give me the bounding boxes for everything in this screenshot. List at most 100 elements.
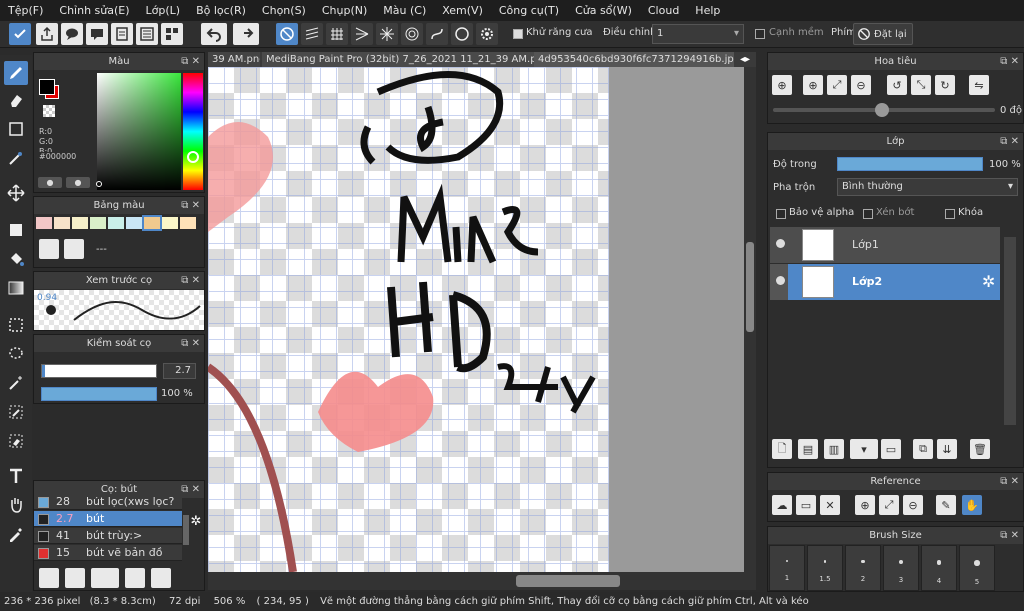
trash-icon[interactable] [64, 239, 84, 259]
gear-icon[interactable] [476, 23, 498, 45]
menu-color[interactable]: Màu (C) [375, 4, 434, 17]
layer-scrollbar[interactable] [1004, 237, 1016, 425]
fill-rect-icon[interactable] [4, 218, 28, 242]
zoom-in-icon[interactable]: ⊕ [772, 75, 792, 95]
grid-layout-icon[interactable] [161, 23, 183, 45]
list-icon[interactable] [136, 23, 158, 45]
layer-row-selected[interactable]: Lớp2 ✲ [770, 264, 1000, 300]
menu-file[interactable]: Tệp(F) [0, 4, 51, 17]
eraser-tool-icon[interactable] [4, 88, 28, 112]
panel-close-icon[interactable]: ⧉ ✕ [1000, 527, 1019, 544]
open-icon[interactable]: ▭ [796, 495, 816, 515]
curve-snap-icon[interactable] [426, 23, 448, 45]
panel-close-icon[interactable]: ⧉ ✕ [181, 53, 200, 70]
panel-close-icon[interactable]: ⧉ ✕ [181, 197, 200, 214]
eye-icon[interactable] [776, 239, 785, 248]
brush-list-item[interactable]: 28 bút lọc(xws lọc? [34, 497, 182, 510]
redo-icon[interactable] [233, 23, 259, 45]
menu-tools[interactable]: Công cụ(T) [491, 4, 567, 17]
brush-size-value[interactable]: 2.7 [163, 363, 196, 379]
panel-close-icon[interactable]: ⧉ ✕ [1000, 133, 1019, 150]
brush-size-preset[interactable]: 2 [845, 545, 881, 591]
fit-icon[interactable]: ⤢ [827, 75, 847, 95]
rotate-right-icon[interactable]: ↻ [935, 75, 955, 95]
palette-swatch[interactable] [108, 217, 124, 229]
palette-swatch[interactable] [90, 217, 106, 229]
folder-icon[interactable] [151, 568, 171, 588]
palette-swatch[interactable] [54, 217, 70, 229]
flip-icon[interactable]: ⇋ [969, 75, 989, 95]
lasso-icon[interactable] [4, 342, 28, 366]
menu-select[interactable]: Chọn(S) [254, 4, 314, 17]
panel-close-icon[interactable]: ⧉ ✕ [181, 272, 200, 289]
close-icon[interactable]: ✕ [820, 495, 840, 515]
new-layer-3-icon[interactable]: ▥ [824, 439, 844, 459]
brush-settings-icon[interactable] [125, 568, 145, 588]
new-layer-2-icon[interactable]: ▤ [798, 439, 818, 459]
cloud-icon[interactable]: ☁ [772, 495, 792, 515]
fit-icon[interactable]: ⤢ [879, 495, 899, 515]
zoom-in-icon[interactable]: ⊕ [855, 495, 875, 515]
brush-menu-icon[interactable] [91, 568, 119, 588]
antialias-checkbox[interactable] [513, 29, 523, 39]
layer-row[interactable]: Lớp1 [770, 227, 1000, 263]
expand-icon[interactable]: ⤡ [911, 75, 931, 95]
panel-close-icon[interactable]: ⧉ ✕ [1000, 473, 1019, 490]
undo-icon[interactable] [201, 23, 227, 45]
tab-scroll-icon[interactable]: ◂▸ [736, 52, 756, 67]
brush-list-item[interactable]: 15 bút vẽ bản đồ [34, 545, 182, 561]
reset-button[interactable]: Đặt lại [853, 23, 913, 45]
vanish-snap-icon[interactable] [351, 23, 373, 45]
gear-icon[interactable]: ✲ [189, 515, 203, 529]
trash-icon[interactable]: 🗑 [970, 439, 990, 459]
share-icon[interactable] [36, 23, 58, 45]
palette-swatch[interactable] [162, 217, 178, 229]
layer-opacity-slider[interactable] [837, 157, 983, 171]
cloud-check-icon[interactable] [9, 23, 31, 45]
radial-snap-icon[interactable] [376, 23, 398, 45]
cloud-brush-icon[interactable] [39, 568, 59, 588]
gear-icon[interactable]: ✲ [982, 272, 995, 291]
select-pen-icon[interactable] [4, 400, 28, 424]
gradient-icon[interactable] [4, 276, 28, 300]
blend-mode-dropdown[interactable]: Bình thường ▾ [837, 178, 1018, 196]
move-tool-icon[interactable] [4, 181, 28, 205]
menu-capture[interactable]: Chụp(N) [314, 4, 375, 17]
brush-size-slider[interactable] [41, 364, 157, 378]
zoom-out-icon[interactable]: ⊖ [851, 75, 871, 95]
palette-swatch[interactable] [180, 217, 196, 229]
panel-close-icon[interactable]: ⧉ ✕ [1000, 53, 1019, 70]
zoom-in-icon[interactable]: ⊕ [803, 75, 823, 95]
tab-3[interactable]: 4d953540c6bd930f6fc7371294916b.jpg [534, 52, 734, 67]
eyedropper-icon[interactable] [4, 522, 28, 546]
palette-swatch[interactable] [36, 217, 52, 229]
text-tool-icon[interactable] [4, 464, 28, 488]
brush-tool-icon[interactable] [4, 61, 28, 85]
new-palette-icon[interactable] [39, 239, 59, 259]
hue-cursor-icon[interactable] [187, 151, 199, 163]
saturation-square[interactable] [97, 73, 181, 190]
folder-icon[interactable]: ▭ [881, 439, 901, 459]
menu-view[interactable]: Xem(V) [434, 4, 491, 17]
new-brush-icon[interactable] [65, 568, 85, 588]
chat-icon[interactable] [86, 23, 108, 45]
menu-window[interactable]: Cửa sổ(W) [567, 4, 640, 17]
merge-icon[interactable]: ⇊ [937, 439, 957, 459]
brush-size-preset[interactable]: 1 [769, 545, 805, 591]
shape-tool-icon[interactable] [4, 117, 28, 141]
brush-list-item[interactable]: 2.7 bút [34, 511, 182, 527]
canvas-area[interactable] [208, 67, 756, 572]
zoom-out-icon[interactable]: ⊖ [903, 495, 923, 515]
eye-icon[interactable] [776, 276, 785, 285]
circle-snap-icon[interactable] [401, 23, 423, 45]
brush-opacity-slider[interactable] [41, 387, 157, 401]
hand-tool-icon[interactable] [4, 493, 28, 517]
new-layer-icon[interactable]: 🗋 [772, 439, 792, 459]
color-mode-button[interactable]: ● [38, 177, 62, 188]
tab-2[interactable]: MediBang Paint Pro (32bit) 7_26_2021 11_… [262, 52, 534, 67]
color-add-button[interactable]: ● [66, 177, 90, 188]
select-eraser-icon[interactable] [4, 429, 28, 453]
panel-close-icon[interactable]: ⧉ ✕ [181, 335, 200, 352]
brush-size-preset[interactable]: 4 [921, 545, 957, 591]
vertical-scrollbar[interactable] [744, 67, 756, 572]
